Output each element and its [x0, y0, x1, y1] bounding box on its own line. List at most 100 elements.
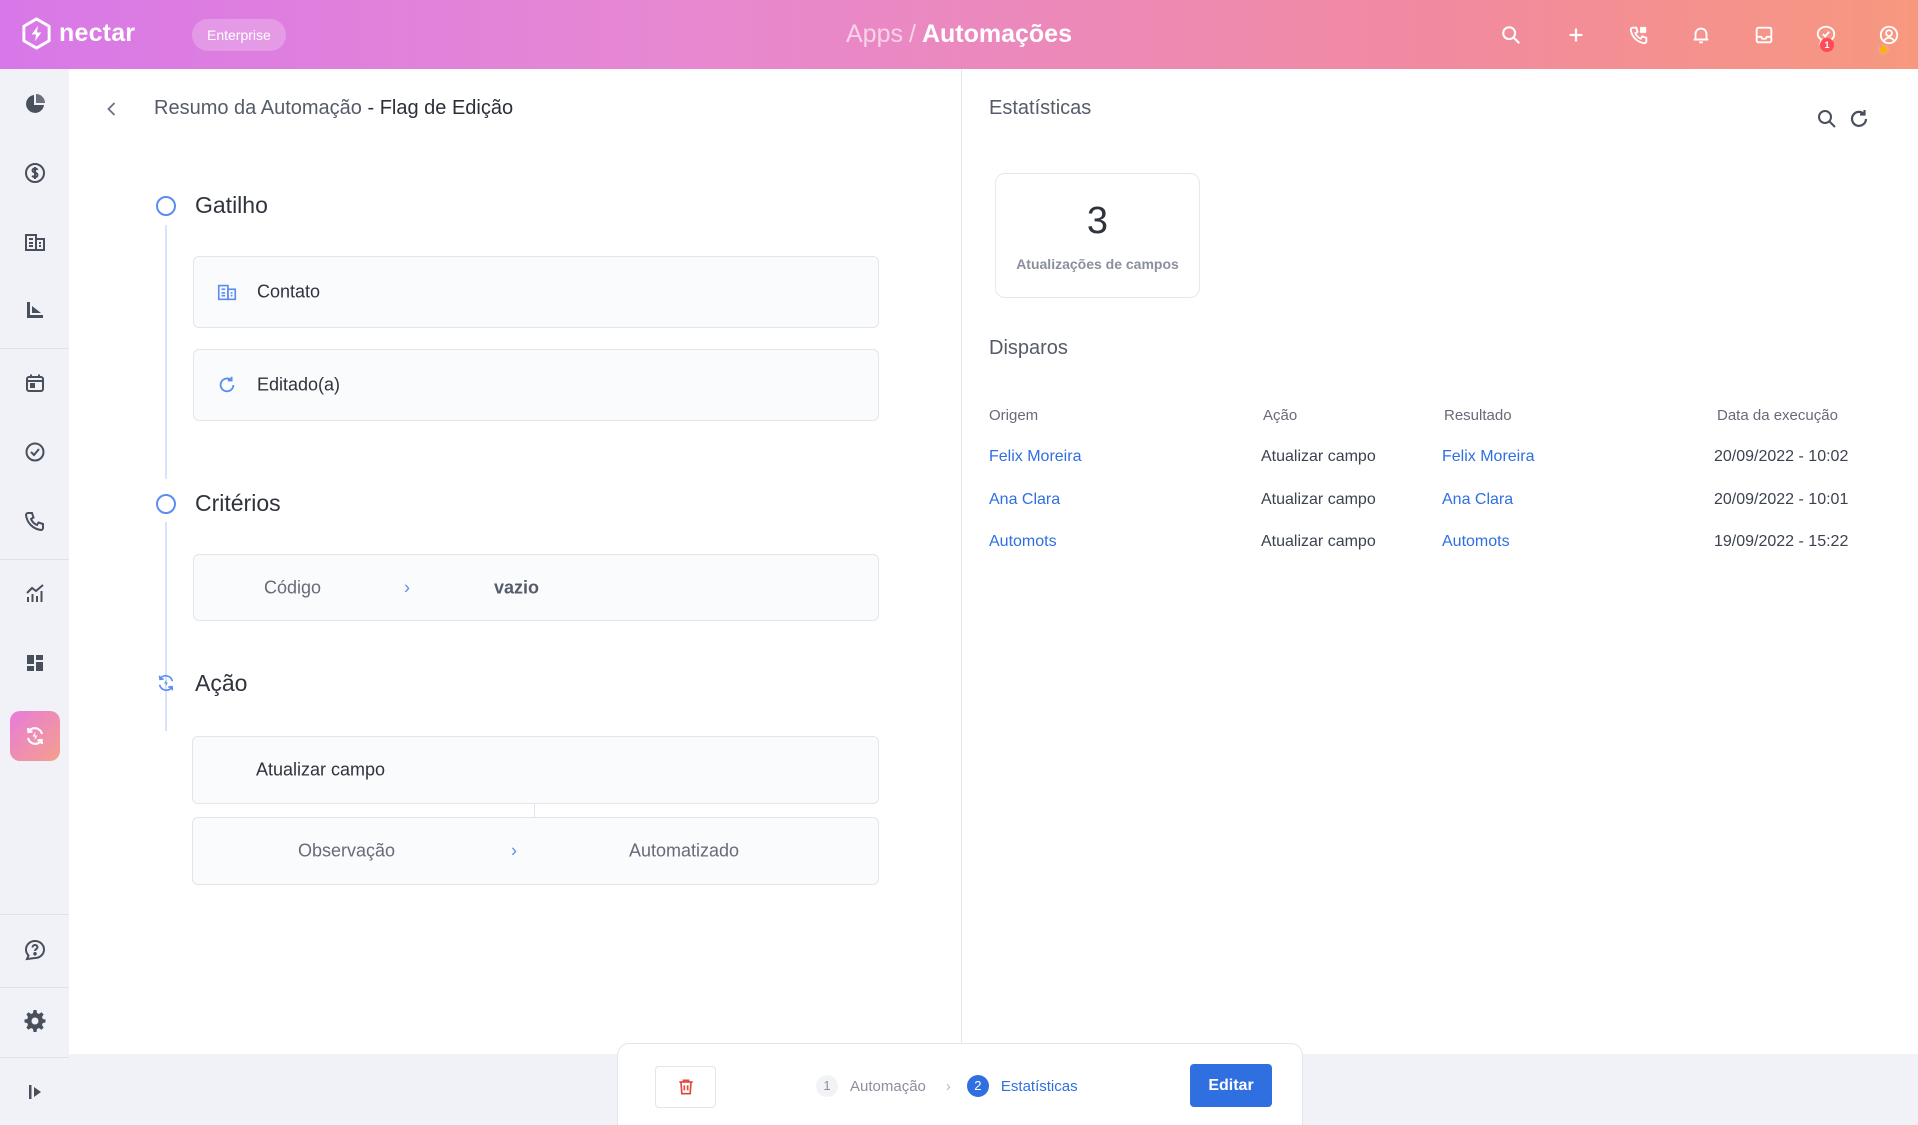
user-icon[interactable]: [1874, 20, 1904, 55]
refresh-icon: [219, 376, 235, 393]
breadcrumb-current: Automações: [921, 20, 1072, 48]
building-icon[interactable]: [10, 217, 60, 267]
action-title: Ação: [195, 670, 248, 696]
row-data: 20/09/2022 - 10:02: [1714, 448, 1849, 465]
criteria-value: vazio: [494, 577, 540, 597]
breadcrumb-separator: /: [908, 20, 916, 48]
grid-icon[interactable]: [10, 638, 60, 688]
action-name: Atualizar campo: [256, 759, 386, 780]
step-2-label[interactable]: Estatísticas: [1001, 1078, 1078, 1095]
kpi-value: 3: [1086, 200, 1109, 242]
settings-icon[interactable]: [10, 996, 60, 1046]
sidebar-divider: [0, 987, 69, 988]
row-data: 20/09/2022 - 10:01: [1714, 491, 1849, 508]
plan-badge: Enterprise: [192, 19, 286, 51]
search-icon[interactable]: [1815, 107, 1839, 131]
page-title: Resumo da Automação - Flag de Edição: [154, 97, 513, 120]
criteria-field: Código: [264, 577, 322, 597]
row-data: 19/09/2022 - 15:22: [1714, 533, 1849, 550]
refresh-icon[interactable]: [1847, 107, 1871, 131]
collapse-icon[interactable]: [10, 1067, 60, 1117]
statistics-panel: Estatísticas 3 Atualizações de campos Di…: [962, 69, 1918, 1054]
trigger-event-label: Editado(a): [257, 374, 341, 395]
action-card: Atualizar campo: [192, 736, 879, 804]
phone-icon[interactable]: [1624, 20, 1654, 50]
page-title-separator: -: [367, 97, 375, 119]
chat-icon[interactable]: 1: [1811, 20, 1841, 52]
action-field: Observação: [298, 840, 396, 861]
column-header-acao: Ação: [1263, 407, 1298, 424]
back-arrow-icon[interactable]: [102, 99, 122, 119]
notification-badge: 1: [1820, 38, 1834, 52]
logo[interactable]: nectar: [20, 17, 135, 50]
row-resultado-link[interactable]: Ana Clara: [1442, 491, 1513, 509]
trigger-event-card: Editado(a): [193, 349, 879, 421]
criteria-title: Critérios: [195, 490, 281, 516]
plus-icon[interactable]: [1561, 20, 1591, 50]
breadcrumb-apps[interactable]: Apps: [846, 20, 903, 48]
dashboard-icon[interactable]: [10, 79, 60, 129]
timeline-line: [165, 225, 167, 479]
phone-call-icon[interactable]: [10, 496, 60, 546]
row-origem-link[interactable]: Automots: [989, 533, 1057, 551]
kpi-card: 3 Atualizações de campos: [995, 173, 1200, 298]
calendar-icon[interactable]: [10, 358, 60, 408]
trash-icon: [678, 1079, 693, 1095]
action-arrow: ›: [511, 840, 517, 861]
dollar-icon[interactable]: [10, 148, 60, 198]
sidebar: [0, 69, 69, 1125]
step-dot: [156, 196, 176, 216]
trigger-entity-card: Contato: [193, 256, 879, 328]
action-field-card: Observação › Automatizado: [192, 817, 879, 885]
check-circle-icon[interactable]: [10, 427, 60, 477]
timeline-line: [165, 522, 167, 731]
row-origem-link[interactable]: Felix Moreira: [989, 448, 1081, 466]
step-dot: [156, 494, 176, 514]
disparos-title: Disparos: [989, 337, 1068, 359]
row-acao: Atualizar campo: [1261, 491, 1376, 508]
action-value: Automatizado: [629, 840, 740, 861]
footer-bar: 1 Automação › 2 Estatísticas Editar: [617, 1043, 1303, 1125]
stepper: 1 Automação › 2 Estatísticas: [816, 1075, 1078, 1097]
status-indicator: [1878, 44, 1889, 55]
column-header-resultado: Resultado: [1444, 407, 1512, 424]
automation-icon[interactable]: [10, 711, 60, 761]
sidebar-divider: [0, 1057, 69, 1058]
row-acao: Atualizar campo: [1261, 448, 1376, 465]
criteria-arrow: ›: [404, 577, 410, 597]
row-resultado-link[interactable]: Automots: [1442, 533, 1510, 551]
trigger-entity-label: Contato: [257, 281, 321, 302]
help-icon[interactable]: [10, 925, 60, 975]
funnel-icon[interactable]: [10, 285, 60, 335]
logo-text: nectar: [59, 19, 136, 47]
step-1-label[interactable]: Automação: [850, 1078, 926, 1095]
sidebar-divider: [0, 559, 69, 560]
chevron-right-icon: ›: [945, 1077, 951, 1095]
building-icon: [217, 284, 237, 301]
top-bar: nectar Enterprise Apps / Automações 1: [0, 0, 1918, 69]
statistics-title: Estatísticas: [989, 97, 1092, 119]
inbox-icon[interactable]: [1749, 20, 1779, 50]
row-acao: Atualizar campo: [1261, 533, 1376, 550]
criteria-card: Código › vazio: [193, 554, 879, 621]
bell-icon[interactable]: [1686, 20, 1716, 50]
edit-button[interactable]: Editar: [1190, 1064, 1272, 1107]
page-title-main: Resumo da Automação: [154, 97, 362, 119]
step-1-number[interactable]: 1: [816, 1075, 838, 1097]
sidebar-divider: [0, 348, 69, 349]
kpi-label: Atualizações de campos: [1016, 256, 1179, 272]
delete-button[interactable]: [655, 1066, 716, 1108]
column-header-origem: Origem: [989, 407, 1039, 424]
row-origem-link[interactable]: Ana Clara: [989, 491, 1060, 509]
search-icon[interactable]: [1496, 20, 1526, 50]
column-header-data: Data da execução: [1717, 407, 1838, 424]
nectar-logo-icon: [22, 17, 51, 50]
sidebar-divider: [0, 914, 69, 915]
chart-icon[interactable]: [10, 569, 60, 619]
automation-step-icon: [158, 675, 174, 691]
row-resultado-link[interactable]: Felix Moreira: [1442, 448, 1534, 466]
trigger-title: Gatilho: [195, 192, 268, 218]
step-2-number[interactable]: 2: [966, 1075, 989, 1097]
page-title-automation-name: Flag de Edição: [379, 97, 514, 119]
action-connector: [534, 804, 535, 817]
